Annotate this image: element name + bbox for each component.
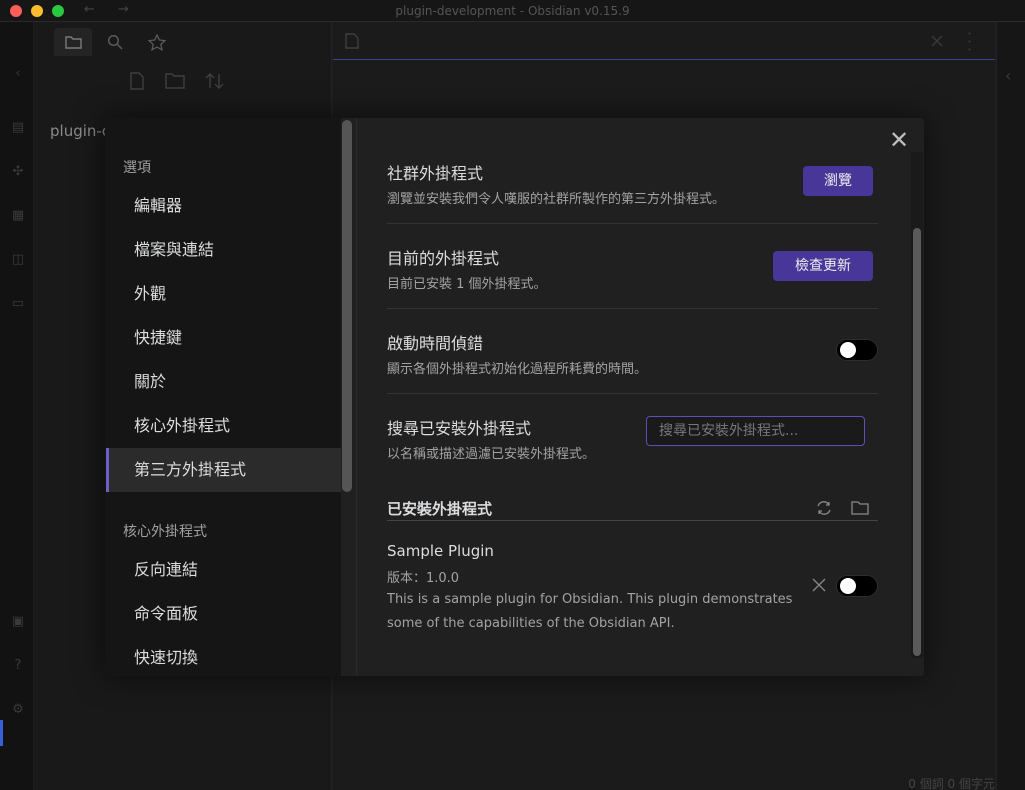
setting-search-installed: 搜尋已安裝外掛程式 以名稱或描述過濾已安裝外掛程式。 xyxy=(387,415,637,462)
right-sidebar-strip: ‹ xyxy=(996,22,1025,790)
sidebar-item-appearance[interactable]: 外觀 xyxy=(106,272,341,316)
sidebar-scrollbar[interactable] xyxy=(342,120,352,492)
setting-startup-debug: 啟動時間偵錯 顯示各個外掛程式初始化過程所耗費的時間。 xyxy=(387,330,878,377)
core-plugins-heading: 核心外掛程式 xyxy=(123,524,207,540)
open-quick-switcher-icon[interactable]: ▤ xyxy=(10,120,26,136)
sidebar-item-backlinks[interactable]: 反向連結 xyxy=(106,548,341,592)
setting-desc: 顯示各個外掛程式初始化過程所耗費的時間。 xyxy=(387,362,648,377)
command-palette-icon[interactable]: ▭ xyxy=(10,296,26,312)
star-icon xyxy=(148,33,166,51)
sidebar-item-command-palette[interactable]: 命令面板 xyxy=(106,592,341,636)
sidebar-item-quick-switcher[interactable]: 快速切換 xyxy=(106,636,341,676)
folder-icon xyxy=(64,36,82,49)
setting-title: 搜尋已安裝外掛程式 xyxy=(387,419,532,438)
divider xyxy=(387,223,878,224)
settings-modal: 選項 編輯器 檔案與連結 外觀 快捷鍵 關於 核心外掛程式 第三方外掛程式 核心… xyxy=(105,118,924,676)
graph-view-icon[interactable]: ✣ xyxy=(10,164,26,180)
help-icon[interactable]: ? xyxy=(10,658,26,674)
sidebar-tabs xyxy=(54,28,176,56)
tab-search[interactable] xyxy=(96,28,134,56)
daily-note-icon[interactable]: ▦ xyxy=(10,208,26,224)
sidebar-item-core-plugins[interactable]: 核心外掛程式 xyxy=(106,404,341,448)
check-updates-button[interactable]: 檢查更新 xyxy=(773,251,873,281)
active-indicator xyxy=(0,720,3,746)
reload-icon[interactable] xyxy=(815,499,833,517)
sort-icon[interactable] xyxy=(205,72,225,90)
tab-starred[interactable] xyxy=(138,28,176,56)
new-folder-icon[interactable] xyxy=(165,72,185,89)
installed-heading-underline xyxy=(387,520,878,521)
file-explorer-toolbar xyxy=(129,72,225,90)
sample-plugin-toggle[interactable] xyxy=(836,575,878,597)
title-bar: ← → plugin-development - Obsidian v0.15.… xyxy=(0,0,1025,22)
document-icon[interactable] xyxy=(345,33,359,49)
new-note-icon[interactable] xyxy=(129,72,145,90)
setting-title: 啟動時間偵錯 xyxy=(387,334,484,353)
close-modal-button[interactable]: ✕ xyxy=(887,128,911,152)
close-tab-icon[interactable] xyxy=(931,35,943,47)
more-options-icon[interactable]: · · · xyxy=(967,26,972,58)
settings-content: ✕ 社群外掛程式 瀏覽並安裝我們令人嘆服的社群所製作的第三方外掛程式。 瀏覽 目… xyxy=(357,118,924,676)
vault-name[interactable]: plugin-c xyxy=(50,122,110,140)
sidebar-item-files-links[interactable]: 檔案與連結 xyxy=(106,228,341,272)
plugin-name: Sample Plugin xyxy=(387,542,494,560)
startup-debug-toggle[interactable] xyxy=(836,339,878,361)
toggle-knob xyxy=(840,578,856,594)
divider xyxy=(387,393,878,394)
sidebar-item-about[interactable]: 關於 xyxy=(106,360,341,404)
status-bar: 0 個詞 0 個字元 xyxy=(908,777,995,790)
divider xyxy=(387,308,878,309)
settings-gear-icon[interactable]: ⚙ xyxy=(10,702,26,718)
sidebar-item-community-plugins[interactable]: 第三方外掛程式 xyxy=(106,448,341,492)
toggle-knob xyxy=(840,342,856,358)
search-installed-plugins-input[interactable] xyxy=(646,416,865,446)
open-vault-icon[interactable]: ▣ xyxy=(10,614,26,630)
sidebar-item-editor[interactable]: 編輯器 xyxy=(106,184,341,228)
browse-button[interactable]: 瀏覽 xyxy=(803,166,873,196)
tab-file-explorer[interactable] xyxy=(54,28,92,56)
plugin-description: This is a sample plugin for Obsidian. Th… xyxy=(387,592,793,631)
left-ribbon: ‹ ▤ ✣ ▦ ◫ ▭ ▣ ? ⚙ xyxy=(0,22,34,790)
uninstall-plugin-icon[interactable] xyxy=(812,578,826,592)
expand-chevron-icon[interactable]: ‹ xyxy=(1005,66,1011,85)
settings-sidebar: 選項 編輯器 檔案與連結 外觀 快捷鍵 關於 核心外掛程式 第三方外掛程式 核心… xyxy=(105,118,341,676)
collapse-chevron-icon[interactable]: ‹ xyxy=(10,66,26,82)
window-title: plugin-development - Obsidian v0.15.9 xyxy=(395,4,630,18)
content-scrollbar[interactable] xyxy=(913,228,921,656)
open-plugins-folder-icon[interactable] xyxy=(851,499,869,517)
templates-icon[interactable]: ◫ xyxy=(10,252,26,268)
search-icon xyxy=(107,34,123,50)
plugin-version: 版本：1.0.0 xyxy=(387,571,460,586)
installed-plugins-heading: 已安裝外掛程式 xyxy=(387,500,493,518)
setting-desc: 以名稱或描述過濾已安裝外掛程式。 xyxy=(387,447,596,462)
options-heading: 選項 xyxy=(123,160,151,176)
editor-tab-bar: · · · xyxy=(333,22,995,60)
sidebar-item-hotkeys[interactable]: 快捷鍵 xyxy=(106,316,341,360)
